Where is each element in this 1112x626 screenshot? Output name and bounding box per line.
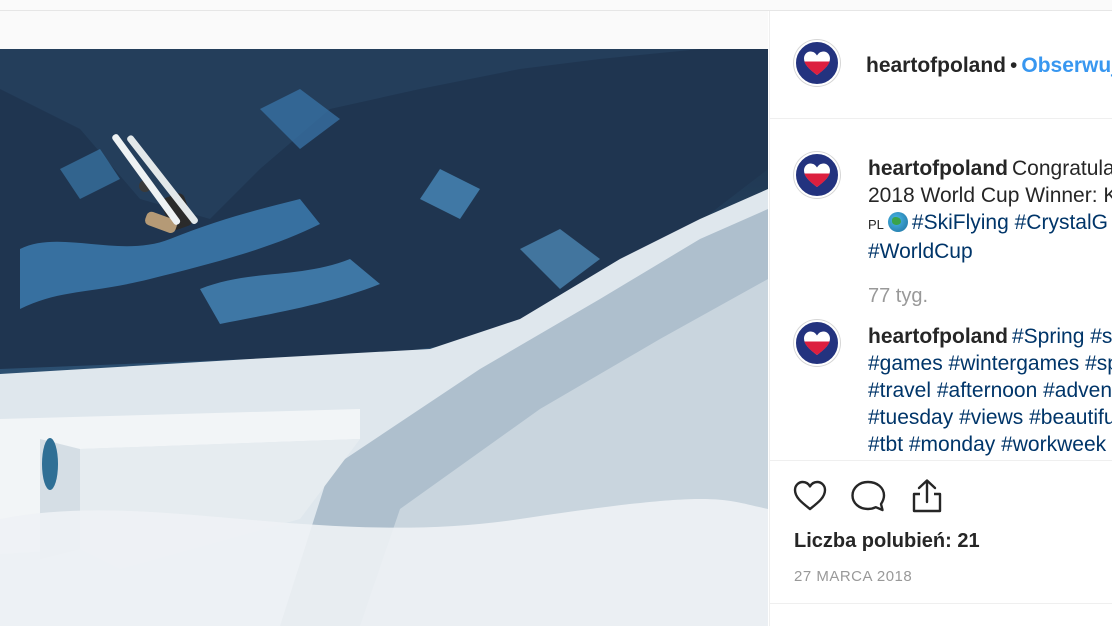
comment-time[interactable]: 77 tyg. — [868, 285, 928, 308]
caption-comment: heartofpoland Congratula 2018 World Cup W… — [868, 155, 1112, 265]
heart-icon[interactable] — [792, 478, 828, 514]
comment-avatar[interactable] — [794, 320, 840, 366]
hashtag-line[interactable]: #travel #afternoon #adven — [868, 377, 1112, 404]
comment-text-line: 2018 World Cup Winner: K — [868, 184, 1112, 207]
action-bar — [792, 478, 963, 514]
hashtag-line[interactable]: #SkiFlying #CrystalG — [912, 211, 1108, 234]
heart-flag-logo — [804, 163, 830, 187]
hashtag-line[interactable]: #tbt #monday #workweek — [868, 431, 1112, 458]
footer-divider — [770, 603, 1112, 604]
post-photo[interactable] — [0, 49, 768, 626]
comment-username[interactable]: heartofpoland — [868, 325, 1008, 348]
globe-icon — [887, 212, 908, 232]
separator-dot: • — [1010, 54, 1018, 77]
hashtag-line[interactable]: #WorldCup — [868, 238, 1112, 265]
hashtag-line[interactable]: #tuesday #views #beautifu — [868, 404, 1112, 431]
follow-button[interactable]: Obserwuj — [1021, 54, 1112, 77]
ski-jump-scene — [0, 49, 768, 626]
actions-divider — [770, 460, 1112, 461]
profile-avatar[interactable] — [794, 40, 840, 86]
heart-flag-logo — [804, 51, 830, 75]
like-count[interactable]: Liczba polubień: 21 — [794, 530, 980, 553]
heart-flag-logo — [804, 331, 830, 355]
header-username[interactable]: heartofpoland — [866, 54, 1006, 77]
post-sidebar: heartofpoland • Obserwuj heartofpoland Cong… — [769, 11, 1112, 626]
comment-icon[interactable] — [850, 478, 886, 514]
comment-username[interactable]: heartofpoland — [868, 157, 1008, 180]
hashtag-line[interactable]: #Spring #sk — [1012, 325, 1112, 348]
hashtag-line[interactable]: #games #wintergames #sp — [868, 350, 1112, 377]
share-icon[interactable] — [909, 478, 945, 514]
comment-text-line: Congratula — [1012, 157, 1112, 180]
header-divider — [770, 118, 1112, 119]
hashtag-comment: heartofpoland #Spring #sk #games #winterg… — [868, 323, 1112, 458]
post-header: heartofpoland • Obserwuj — [866, 54, 1112, 78]
flag-text: PL — [868, 217, 884, 232]
post-media-area — [0, 11, 768, 626]
comment-avatar[interactable] — [794, 152, 840, 198]
top-bar — [0, 0, 1112, 11]
post-date: 27 MARCA 2018 — [794, 568, 913, 585]
